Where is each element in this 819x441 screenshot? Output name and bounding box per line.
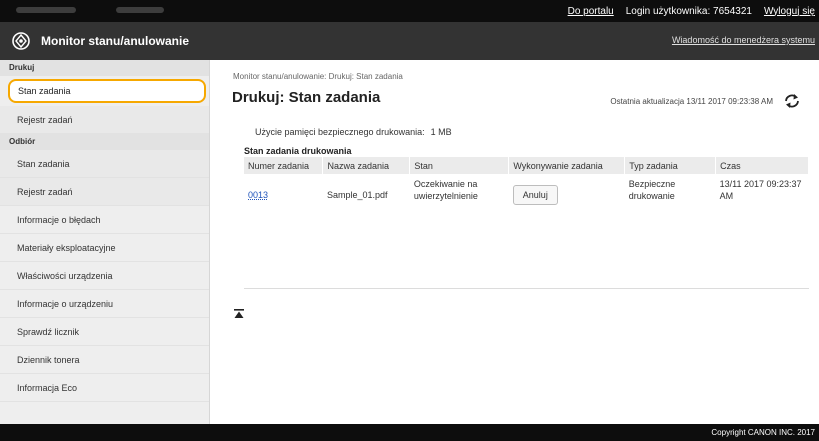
memory-value: 1 MB	[430, 127, 452, 137]
job-type-cell: Bezpieczne drukowanie	[628, 179, 676, 201]
last-updated-text: Ostatnia aktualizacja 13/11 2017 09:23:3…	[610, 97, 773, 106]
job-status-cell: Oczekiwanie na uwierzytelnienie	[413, 179, 478, 201]
breadcrumb: Monitor stanu/anulowanie: Drukuj: Stan z…	[233, 72, 403, 81]
device-location-blurred	[116, 7, 164, 13]
sidebar-item-print-job-status[interactable]: Stan zadania	[8, 79, 206, 103]
device-name-blurred	[16, 7, 76, 13]
column-header: Wykonywanie zadania	[508, 157, 626, 174]
sidebar-item-device-info[interactable]: Informacje o urządzeniu	[0, 290, 209, 318]
sidebar: Drukuj Stan zadania Rejestr zadań Odbiór…	[0, 60, 210, 424]
footer: Copyright CANON INC. 2017	[0, 424, 819, 441]
job-number-link[interactable]: 0013	[248, 189, 268, 201]
sidebar-item-device-features[interactable]: Właściwości urządzenia	[0, 262, 209, 290]
job-number-cell: 0013	[244, 174, 323, 226]
job-name: Sample_01.pdf	[326, 190, 388, 200]
job-time-cell: 13/11 2017 09:23:37 AM	[719, 179, 802, 201]
sidebar-item-check-counter[interactable]: Sprawdź licznik	[0, 318, 209, 346]
table-header-row: Numer zadania Nazwa zadania Stan Wykonyw…	[244, 157, 809, 174]
print-jobs-table: Numer zadania Nazwa zadania Stan Wykonyw…	[244, 157, 809, 226]
secure-print-memory: Użycie pamięci bezpiecznego drukowania: 1…	[255, 127, 452, 137]
logout-link[interactable]: Wyloguj się	[764, 6, 815, 17]
cancel-job-button[interactable]: Anuluj	[512, 185, 558, 205]
page-title: Drukuj: Stan zadania	[232, 89, 381, 106]
column-header: Typ zadania	[624, 157, 717, 174]
refresh-icon[interactable]	[783, 93, 801, 109]
main-content: Monitor stanu/anulowanie: Drukuj: Stan z…	[210, 60, 819, 424]
sidebar-item-toner-log[interactable]: Dziennik tonera	[0, 346, 209, 374]
column-header: Nazwa zadania	[322, 157, 411, 174]
sidebar-section-print: Drukuj	[0, 60, 209, 76]
sidebar-item-receive-job-status[interactable]: Stan zadania	[0, 150, 209, 178]
job-action-cell: Anuluj	[509, 174, 625, 226]
login-info: Login użytkownika: 7654321	[626, 6, 752, 17]
portal-link[interactable]: Do portalu	[568, 6, 614, 17]
memory-label: Użycie pamięci bezpiecznego drukowania:	[255, 127, 425, 137]
sidebar-item-receive-job-log[interactable]: Rejestr zadań	[0, 178, 209, 206]
login-id: 7654321	[713, 5, 752, 17]
title-bar: Monitor stanu/anulowanie Wiadomość do me…	[0, 22, 819, 60]
sidebar-section-receive: Odbiór	[0, 134, 209, 150]
sidebar-item-error-info[interactable]: Informacje o błędach	[0, 206, 209, 234]
column-header: Numer zadania	[244, 157, 324, 174]
jump-to-top-icon[interactable]	[234, 309, 244, 319]
canon-logo-icon	[12, 32, 30, 50]
job-name-cell: Sample_01.pdf	[323, 174, 410, 226]
table-row: 0013 Sample_01.pdf Oczekiwanie na uwierz…	[244, 174, 809, 226]
print-job-status-heading: Stan zadania drukowania	[244, 146, 352, 156]
copyright-text: Copyright CANON INC. 2017	[711, 428, 815, 437]
top-bar: Do portalu Login użytkownika: 7654321 Wy…	[0, 0, 819, 22]
sidebar-item-consumables[interactable]: Materiały eksploatacyjne	[0, 234, 209, 262]
column-header: Czas	[715, 157, 809, 174]
sidebar-item-eco-info[interactable]: Informacja Eco	[0, 374, 209, 402]
app-title: Monitor stanu/anulowanie	[41, 34, 190, 48]
top-links: Do portalu Login użytkownika: 7654321 Wy…	[568, 0, 815, 22]
sidebar-item-print-job-log[interactable]: Rejestr zadań	[0, 106, 209, 134]
login-label: Login użytkownika:	[625, 5, 711, 17]
column-header: Stan	[409, 157, 510, 174]
table-divider	[244, 288, 809, 289]
message-to-admin-link[interactable]: Wiadomość do menedżera systemu	[672, 35, 815, 45]
